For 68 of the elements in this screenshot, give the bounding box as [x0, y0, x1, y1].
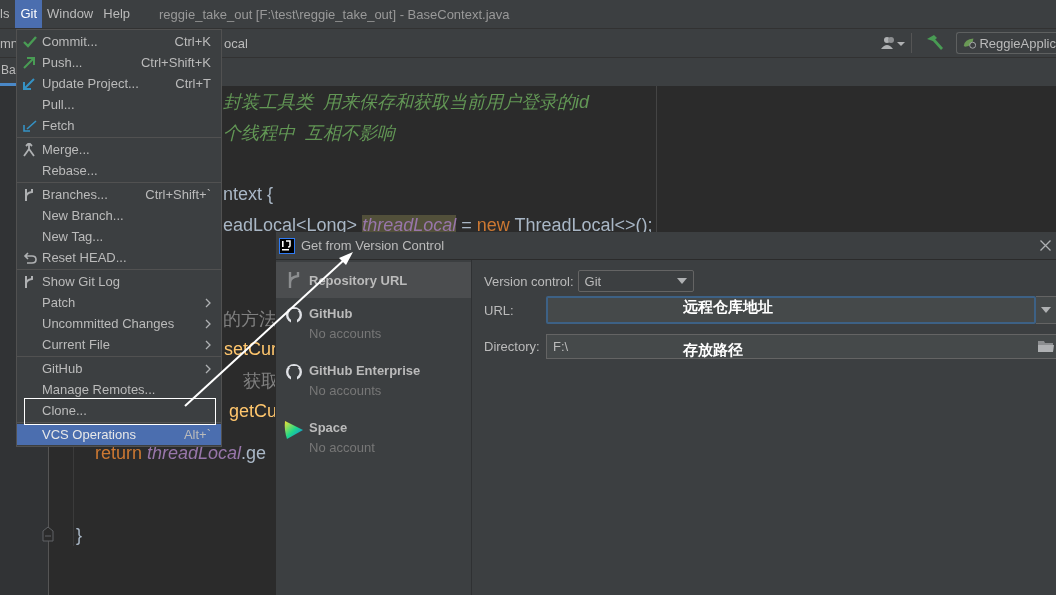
user-icon[interactable] [881, 36, 905, 50]
menu-item[interactable]: VCS Operations Alt+` [17, 424, 221, 445]
menu-item[interactable]: Uncommitted Changes [17, 313, 221, 334]
branch-icon [23, 274, 35, 289]
menu-item[interactable]: New Tag... [17, 226, 221, 247]
github-icon [284, 363, 304, 381]
menu-item[interactable]: New Branch... [17, 205, 221, 226]
menu-item[interactable]: Fetch [17, 115, 221, 136]
account-status: No account [309, 440, 375, 455]
window-title: reggie_take_out [F:\test\reggie_take_out] - BaseContext.java [159, 6, 510, 22]
history-dropdown-button[interactable] [1036, 296, 1056, 324]
menu-bar-item[interactable]: ls [0, 0, 15, 28]
url-field[interactable] [546, 296, 1036, 324]
branch-icon [23, 187, 35, 202]
field-label: Directory: [484, 339, 541, 354]
field-label: Version control: [484, 273, 574, 289]
code-line: return threadLocal.ge [95, 442, 267, 464]
menu-item[interactable]: Push... Ctrl+Shift+K [17, 52, 221, 73]
account-status: No accounts [309, 326, 382, 341]
dialog-title: Get from Version Control [301, 238, 445, 253]
menu-item[interactable]: Rebase... [17, 160, 221, 181]
code-line: 个线程中 互相不影响 [223, 121, 395, 145]
source-name: GitHub [309, 306, 354, 321]
menu-item[interactable]: Show Git Log [17, 271, 221, 292]
menu-item[interactable]: Update Project... Ctrl+T [17, 73, 221, 94]
version-control-dropdown[interactable]: Git [577, 270, 694, 292]
app-logo-icon [279, 237, 295, 254]
merge-icon [23, 142, 35, 157]
code-line: ntext { [223, 184, 274, 205]
menu-item[interactable]: Branches... Ctrl+Shift+` [17, 184, 221, 205]
menu-item[interactable]: Pull... [17, 94, 221, 115]
menu-item[interactable]: Commit... Ctrl+K [17, 31, 221, 52]
menu-item[interactable]: GitHub [17, 358, 221, 379]
hammer-icon[interactable] [926, 35, 944, 51]
menu-item[interactable]: Merge... [17, 139, 221, 160]
github-icon [284, 306, 304, 324]
menu-bar-item[interactable]: Help [98, 0, 135, 28]
undo-icon [23, 251, 37, 264]
source-list-item[interactable]: GitHub No accounts [276, 298, 471, 355]
code-line: 封装工具类 用来保存和获取当前用户登录的id [223, 90, 589, 114]
menu-item[interactable]: Manage Remotes... [17, 379, 221, 400]
folder-icon[interactable] [1038, 340, 1054, 353]
source-list-item[interactable]: GitHub Enterprise No accounts [276, 355, 471, 412]
check-icon [23, 35, 37, 48]
source-list-item[interactable]: Space No account [276, 412, 471, 469]
menu-item[interactable]: Clone... [17, 400, 221, 421]
menu-item[interactable]: Patch [17, 292, 221, 313]
arrow-icon [23, 77, 35, 90]
annotation-text: 远程仓库地址 [683, 298, 773, 317]
code-line: } [76, 525, 82, 546]
arrow-icon [23, 56, 35, 69]
menu-item[interactable]: Reset HEAD... [17, 247, 221, 268]
run-configuration-button[interactable]: ReggieApplic [956, 32, 1056, 54]
menu-bar-item[interactable]: Git [15, 0, 42, 28]
arrow-icon [23, 119, 37, 132]
space-icon [284, 420, 304, 440]
account-status: No accounts [309, 383, 383, 398]
menu-item[interactable]: Current File [17, 334, 221, 355]
close-icon[interactable] [1040, 240, 1051, 251]
source-name: GitHub Enterprise [309, 363, 421, 378]
field-label: URL: [484, 302, 515, 318]
dropdown-icon [676, 278, 687, 284]
breadcrumb[interactable]: ocal [224, 35, 248, 51]
code-line: getCu [229, 401, 278, 422]
menu-bar-item[interactable]: Window [42, 0, 99, 28]
annotation-text: 存放路径 [683, 341, 743, 360]
source-name: Space [309, 420, 349, 435]
dropdown-icon [1041, 307, 1051, 313]
